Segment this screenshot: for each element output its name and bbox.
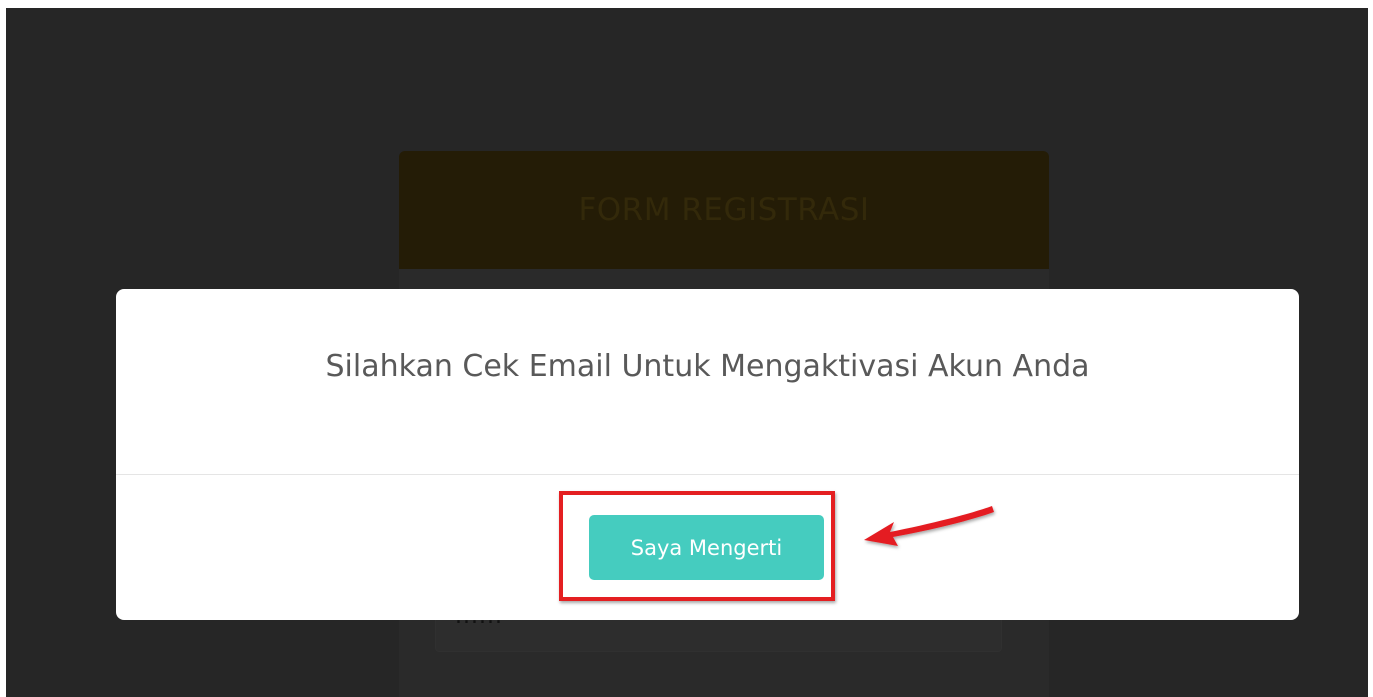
- dialog-message: Silahkan Cek Email Untuk Mengaktivasi Ak…: [325, 349, 1090, 384]
- confirm-button[interactable]: Saya Mengerti: [589, 515, 824, 580]
- form-header: FORM REGISTRASI: [399, 151, 1049, 269]
- dialog-footer: Saya Mengerti: [116, 475, 1299, 620]
- form-title: FORM REGISTRASI: [578, 192, 870, 228]
- alert-dialog: Silahkan Cek Email Untuk Mengaktivasi Ak…: [116, 289, 1299, 620]
- dialog-body: Silahkan Cek Email Untuk Mengaktivasi Ak…: [116, 289, 1299, 474]
